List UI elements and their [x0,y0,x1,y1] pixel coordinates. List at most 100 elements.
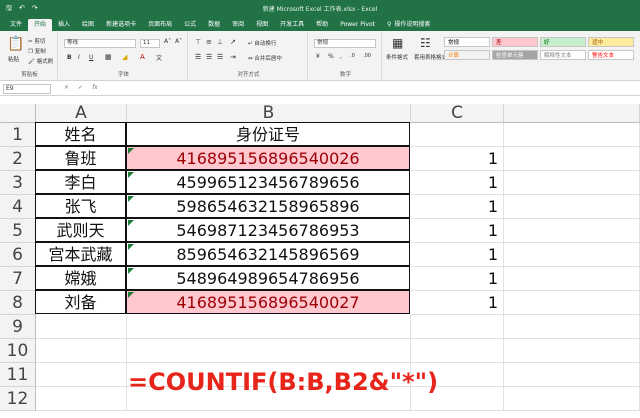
row-header-3[interactable]: 3 [0,171,36,195]
cell-style-6[interactable]: 解释性文本 [540,50,586,60]
paste-button[interactable]: 粘贴 [8,55,19,63]
count-cell[interactable]: 1 [411,171,504,195]
cell-style-0[interactable]: 常规 [444,37,490,47]
tab-6[interactable]: 公式 [178,19,202,31]
cell[interactable] [504,315,640,339]
name-cell[interactable]: 李白 [35,170,126,194]
column-header-b[interactable]: B [127,104,411,123]
count-cell[interactable]: 1 [411,243,504,267]
cell-style-3[interactable]: 适中 [588,37,634,47]
row-header-5[interactable]: 5 [0,219,36,243]
cell[interactable] [504,147,640,171]
italic-button[interactable]: I [78,54,80,61]
currency-icon[interactable]: ¥ [316,53,320,60]
tab-3[interactable]: 绘图 [76,19,100,31]
name-box[interactable]: E9 [3,84,51,94]
cell-style-7[interactable]: 警告文本 [588,50,634,60]
cell-style-1[interactable]: 差 [492,37,538,47]
conditional-format-button[interactable]: 条件格式 [386,53,408,61]
cell[interactable] [411,123,504,147]
format-painter-button[interactable]: 🖌 格式刷 [28,57,53,65]
tab-10[interactable]: 开发工具 [274,19,310,31]
underline-button[interactable]: U [89,54,93,61]
phonetic-icon[interactable]: 文 [156,53,162,62]
wrap-text-button[interactable]: ↵ 自动换行 [248,39,276,47]
cell[interactable] [504,363,640,387]
cell[interactable] [36,339,127,363]
name-cell[interactable]: 嫦娥 [35,266,126,290]
id-cell[interactable]: 548964989654786956 [126,266,410,290]
tab-8[interactable]: 审阅 [226,19,250,31]
cell[interactable] [504,243,640,267]
merge-center-button[interactable]: ⇔ 合并后居中 [248,54,282,62]
row-header-8[interactable]: 8 [0,291,36,315]
fill-color-icon[interactable]: ◢ [122,53,127,61]
align-middle-icon[interactable]: ≡ [206,38,212,46]
align-top-icon[interactable]: ⊤ [195,38,201,46]
cell[interactable] [504,387,640,411]
row-header-11[interactable]: 11 [0,363,36,387]
cell[interactable] [127,315,411,339]
number-format-combo[interactable]: 常规 [314,39,376,48]
tab-9[interactable]: 视图 [250,19,274,31]
cell[interactable] [504,171,640,195]
conditional-format-icon[interactable]: ▦ [392,36,403,50]
cell[interactable] [36,363,127,387]
cancel-icon[interactable]: × [64,84,69,91]
cell[interactable] [504,195,640,219]
header-cell-name[interactable]: 姓名 [35,122,126,146]
cut-button[interactable]: ✂ 剪切 [28,37,45,45]
comma-icon[interactable]: , [340,53,342,60]
cell[interactable] [504,291,640,315]
id-cell[interactable]: 598654632158965896 [126,194,410,218]
count-cell[interactable]: 1 [411,195,504,219]
row-header-9[interactable]: 9 [0,315,36,339]
tab-1[interactable]: 开始 [28,19,53,31]
increase-decimal-icon[interactable]: .0 [350,53,355,59]
orientation-icon[interactable]: ↗ [230,38,236,46]
grow-font-icon[interactable]: A˄ [164,38,171,45]
cell[interactable] [504,267,640,291]
tab-2[interactable]: 插入 [52,19,76,31]
row-header-10[interactable]: 10 [0,339,36,363]
name-cell[interactable]: 宫本武藏 [35,242,126,266]
column-header-a[interactable]: A [36,104,127,123]
insert-function-button[interactable]: fx [92,84,98,91]
row-header-6[interactable]: 6 [0,243,36,267]
percent-icon[interactable]: % [328,53,334,60]
select-all-corner[interactable] [0,104,36,123]
tab-7[interactable]: 数据 [202,19,226,31]
indent-icon[interactable]: ⇥ [230,53,236,61]
enter-icon[interactable]: ✓ [78,84,83,91]
font-size-combo[interactable]: 11 [140,39,160,48]
cell[interactable] [36,387,127,411]
bold-button[interactable]: B [67,54,72,61]
align-bottom-icon[interactable]: ⊥ [217,38,223,46]
header-cell-id[interactable]: 身份证号 [126,122,410,146]
id-cell[interactable]: 859654632145896569 [126,242,410,266]
cell[interactable] [36,315,127,339]
align-center-icon[interactable]: ☰ [206,53,212,61]
tab-12[interactable]: Power Pivot [334,19,381,31]
font-color-icon[interactable]: A [140,53,145,61]
count-cell[interactable]: 1 [411,147,504,171]
cell[interactable] [504,339,640,363]
row-header-12[interactable]: 12 [0,387,36,411]
align-right-icon[interactable]: ☰ [217,53,223,61]
decrease-decimal-icon[interactable]: .00 [363,53,371,59]
cell[interactable] [504,123,640,147]
count-cell[interactable]: 1 [411,291,504,315]
tab-11[interactable]: 帮助 [310,19,334,31]
cell[interactable] [504,219,640,243]
id-cell[interactable]: 546987123456786953 [126,218,410,242]
tab-0[interactable]: 文件 [4,19,28,31]
row-header-4[interactable]: 4 [0,195,36,219]
row-header-1[interactable]: 1 [0,123,36,147]
tab-4[interactable]: 新建选项卡 [100,19,142,31]
table-format-button[interactable]: 套用表格格式 [414,53,447,61]
id-cell[interactable]: 416895156896540027 [126,290,410,314]
table-format-icon[interactable]: ☷ [420,36,431,50]
name-cell[interactable]: 武则天 [35,218,126,242]
cell[interactable] [411,315,504,339]
cell[interactable] [411,339,504,363]
